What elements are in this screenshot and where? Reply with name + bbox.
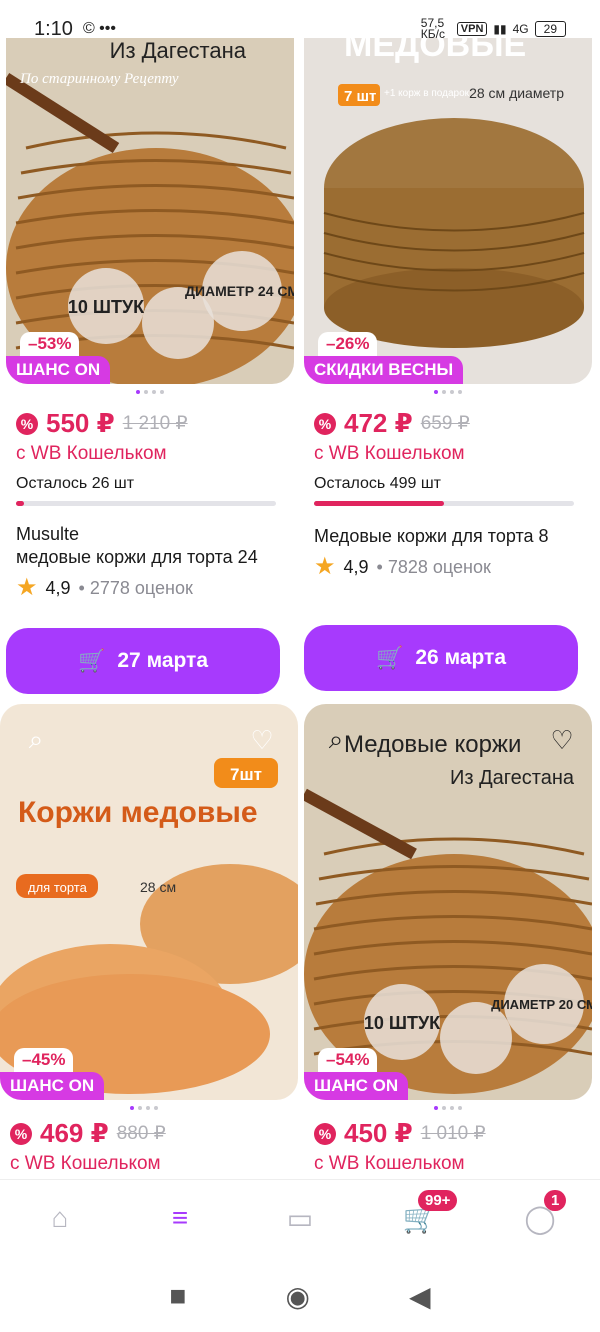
svg-text:По старинному Рецепту: По старинному Рецепту [19,71,179,87]
discount-icon: % [314,412,336,435]
discount-icon: % [10,1122,32,1145]
svg-text:ДИАМЕТР 20 СМ: ДИАМЕТР 20 СМ [491,997,592,1012]
svg-text:28 см: 28 см [140,879,176,895]
back-icon[interactable]: ◀ [409,1280,431,1313]
vpn-badge: VPN [456,22,488,36]
svg-text:для торта: для торта [28,880,88,895]
svg-text:10 ШТУК: 10 ШТУК [68,297,145,317]
product-card[interactable]: Коржи медовые для торта 28 см 7шт ⌕ ♡ –4… [0,704,298,1175]
battery-icon: 29 [534,21,566,37]
svg-text:Медовые коржи: Медовые коржи [344,731,521,758]
wallet-note: с WB Кошельком [314,443,465,464]
stock-bar-fill [16,501,24,506]
price: 469 ₽ [40,1118,109,1148]
reviews-count: • 7828 оценок [376,556,491,577]
home-icon[interactable]: ⌂ [30,1188,90,1248]
svg-text:Из Дагестана: Из Дагестана [110,38,247,63]
profile-icon[interactable]: ◯ 1 [510,1188,570,1248]
svg-text:7 шт: 7 шт [344,88,376,105]
product-brand: Musulte [16,524,80,544]
price: 550 ₽ [46,408,115,438]
old-price: 1 210 ₽ [122,413,188,434]
image-search-icon[interactable]: ⌕ [18,722,54,758]
cart-icon[interactable]: 🛒 99+ [390,1188,458,1248]
home-button-icon[interactable]: ◉ [285,1280,309,1313]
image-pager [6,390,294,396]
discount-icon: % [16,412,38,435]
bottom-tab-bar: ⌂ ≡ ▭ 🛒 99+ ◯ 1 [0,1180,600,1256]
image-search-icon[interactable]: ⌕ [318,722,354,758]
discount-badge: –45% [14,1048,74,1072]
heart-icon[interactable]: ♡ [244,722,280,758]
stock-left: Осталось 26 шт [16,475,135,492]
promo-badge: ШАНС ON [304,1072,409,1100]
signal-icon: ▮▮ [493,22,507,36]
svg-text:Коржи медовые: Коржи медовые [18,796,258,829]
rating-value: 4,9 [45,577,71,598]
add-to-cart-button[interactable]: 🛒 26 марта [304,625,578,691]
promo-badge: СКИДКИ ВЕСНЫ [304,356,464,384]
product-card[interactable]: Медовые коржи Из Дагестана 10 ШТУК ДИАМЕ… [304,704,592,1175]
product-image[interactable]: 7 шт МЕДОВЫЕ 28 см диаметр +1 корж в под… [304,38,592,384]
svg-text:ДИАМЕТР 24 СМ: ДИАМЕТР 24 СМ [185,283,294,299]
wallet-note: с WB Кошельком [16,443,167,464]
heart-icon[interactable]: ♡ [544,722,580,758]
old-price: 1 010 ₽ [420,1123,486,1144]
star-icon: ★ [16,574,38,601]
star-icon: ★ [314,553,336,580]
wallet-note: с WB Кошельком [10,1153,161,1174]
add-to-cart-button[interactable]: 🛒 27 марта [6,628,280,694]
discount-badge: –54% [318,1048,378,1072]
svg-text:28 см диаметр: 28 см диаметр [469,85,564,101]
product-name: Медовые коржи для торта 8 [314,526,549,546]
product-photo: Коржи медовые для торта 28 см 7шт [0,704,298,1100]
old-price: 880 ₽ [116,1123,166,1144]
delivery-date: 26 марта [415,646,507,669]
profile-count-badge: 1 [544,1190,567,1211]
image-pager [0,1106,288,1112]
price: 472 ₽ [344,408,413,438]
product-card[interactable]: Из Дагестана По старинному Рецепту 10 ШТ… [6,38,294,694]
wallet-icon[interactable]: ▭ [270,1188,330,1248]
stock-bar-fill [314,501,444,506]
discount-badge: –26% [318,332,378,356]
reviews-count: • 2778 оценок [78,577,193,598]
product-photo: Медовые коржи Из Дагестана 10 ШТУК ДИАМЕ… [304,704,592,1100]
wallet-note: с WB Кошельком [314,1153,465,1174]
product-name: медовые коржи для торта 24 [16,547,258,567]
cart-icon: 🛒 [77,648,106,673]
image-pager [304,1106,592,1112]
svg-text:МЕДОВЫЕ: МЕДОВЫЕ [344,38,526,64]
svg-text:7шт: 7шт [230,765,262,784]
old-price: 659 ₽ [420,413,470,434]
status-notif-icons: © ••• [82,20,116,37]
svg-text:+1 корж в подарок: +1 корж в подарок [384,88,470,99]
cart-count-badge: 99+ [418,1190,458,1211]
recents-icon[interactable]: ■ [170,1280,187,1312]
catalog-search-icon[interactable]: ≡ [150,1188,210,1248]
net-speed: 57,5 КБ/с [420,16,445,41]
system-nav-bar: ■ ◉ ◀ [0,1260,600,1332]
discount-badge: –53% [20,332,80,356]
stock-bar [16,501,276,506]
image-pager [304,390,592,396]
discount-icon: % [314,1122,336,1145]
product-rating: ★ 4,9 • 2778 оценок [16,576,294,600]
promo-badge: ШАНС ON [0,1072,105,1100]
product-image[interactable]: Медовые коржи Из Дагестана 10 ШТУК ДИАМЕ… [304,704,592,1100]
rating-value: 4,9 [343,556,369,577]
cart-icon: 🛒 [375,645,404,670]
stock-left: Осталось 499 шт [314,475,441,492]
svg-text:Из Дагестана: Из Дагестана [450,767,575,789]
network-type: 4G [512,22,529,36]
svg-text:10 ШТУК: 10 ШТУК [364,1013,441,1033]
price: 450 ₽ [344,1118,413,1148]
product-rating: ★ 4,9 • 7828 оценок [314,555,592,579]
stock-bar [314,501,574,506]
product-card[interactable]: 7 шт МЕДОВЫЕ 28 см диаметр +1 корж в под… [304,38,592,691]
product-image[interactable]: Из Дагестана По старинному Рецепту 10 ШТ… [6,38,294,384]
delivery-date: 27 марта [117,649,209,672]
product-image[interactable]: Коржи медовые для торта 28 см 7шт ⌕ ♡ –4… [0,704,298,1100]
promo-badge: ШАНС ON [6,356,111,384]
